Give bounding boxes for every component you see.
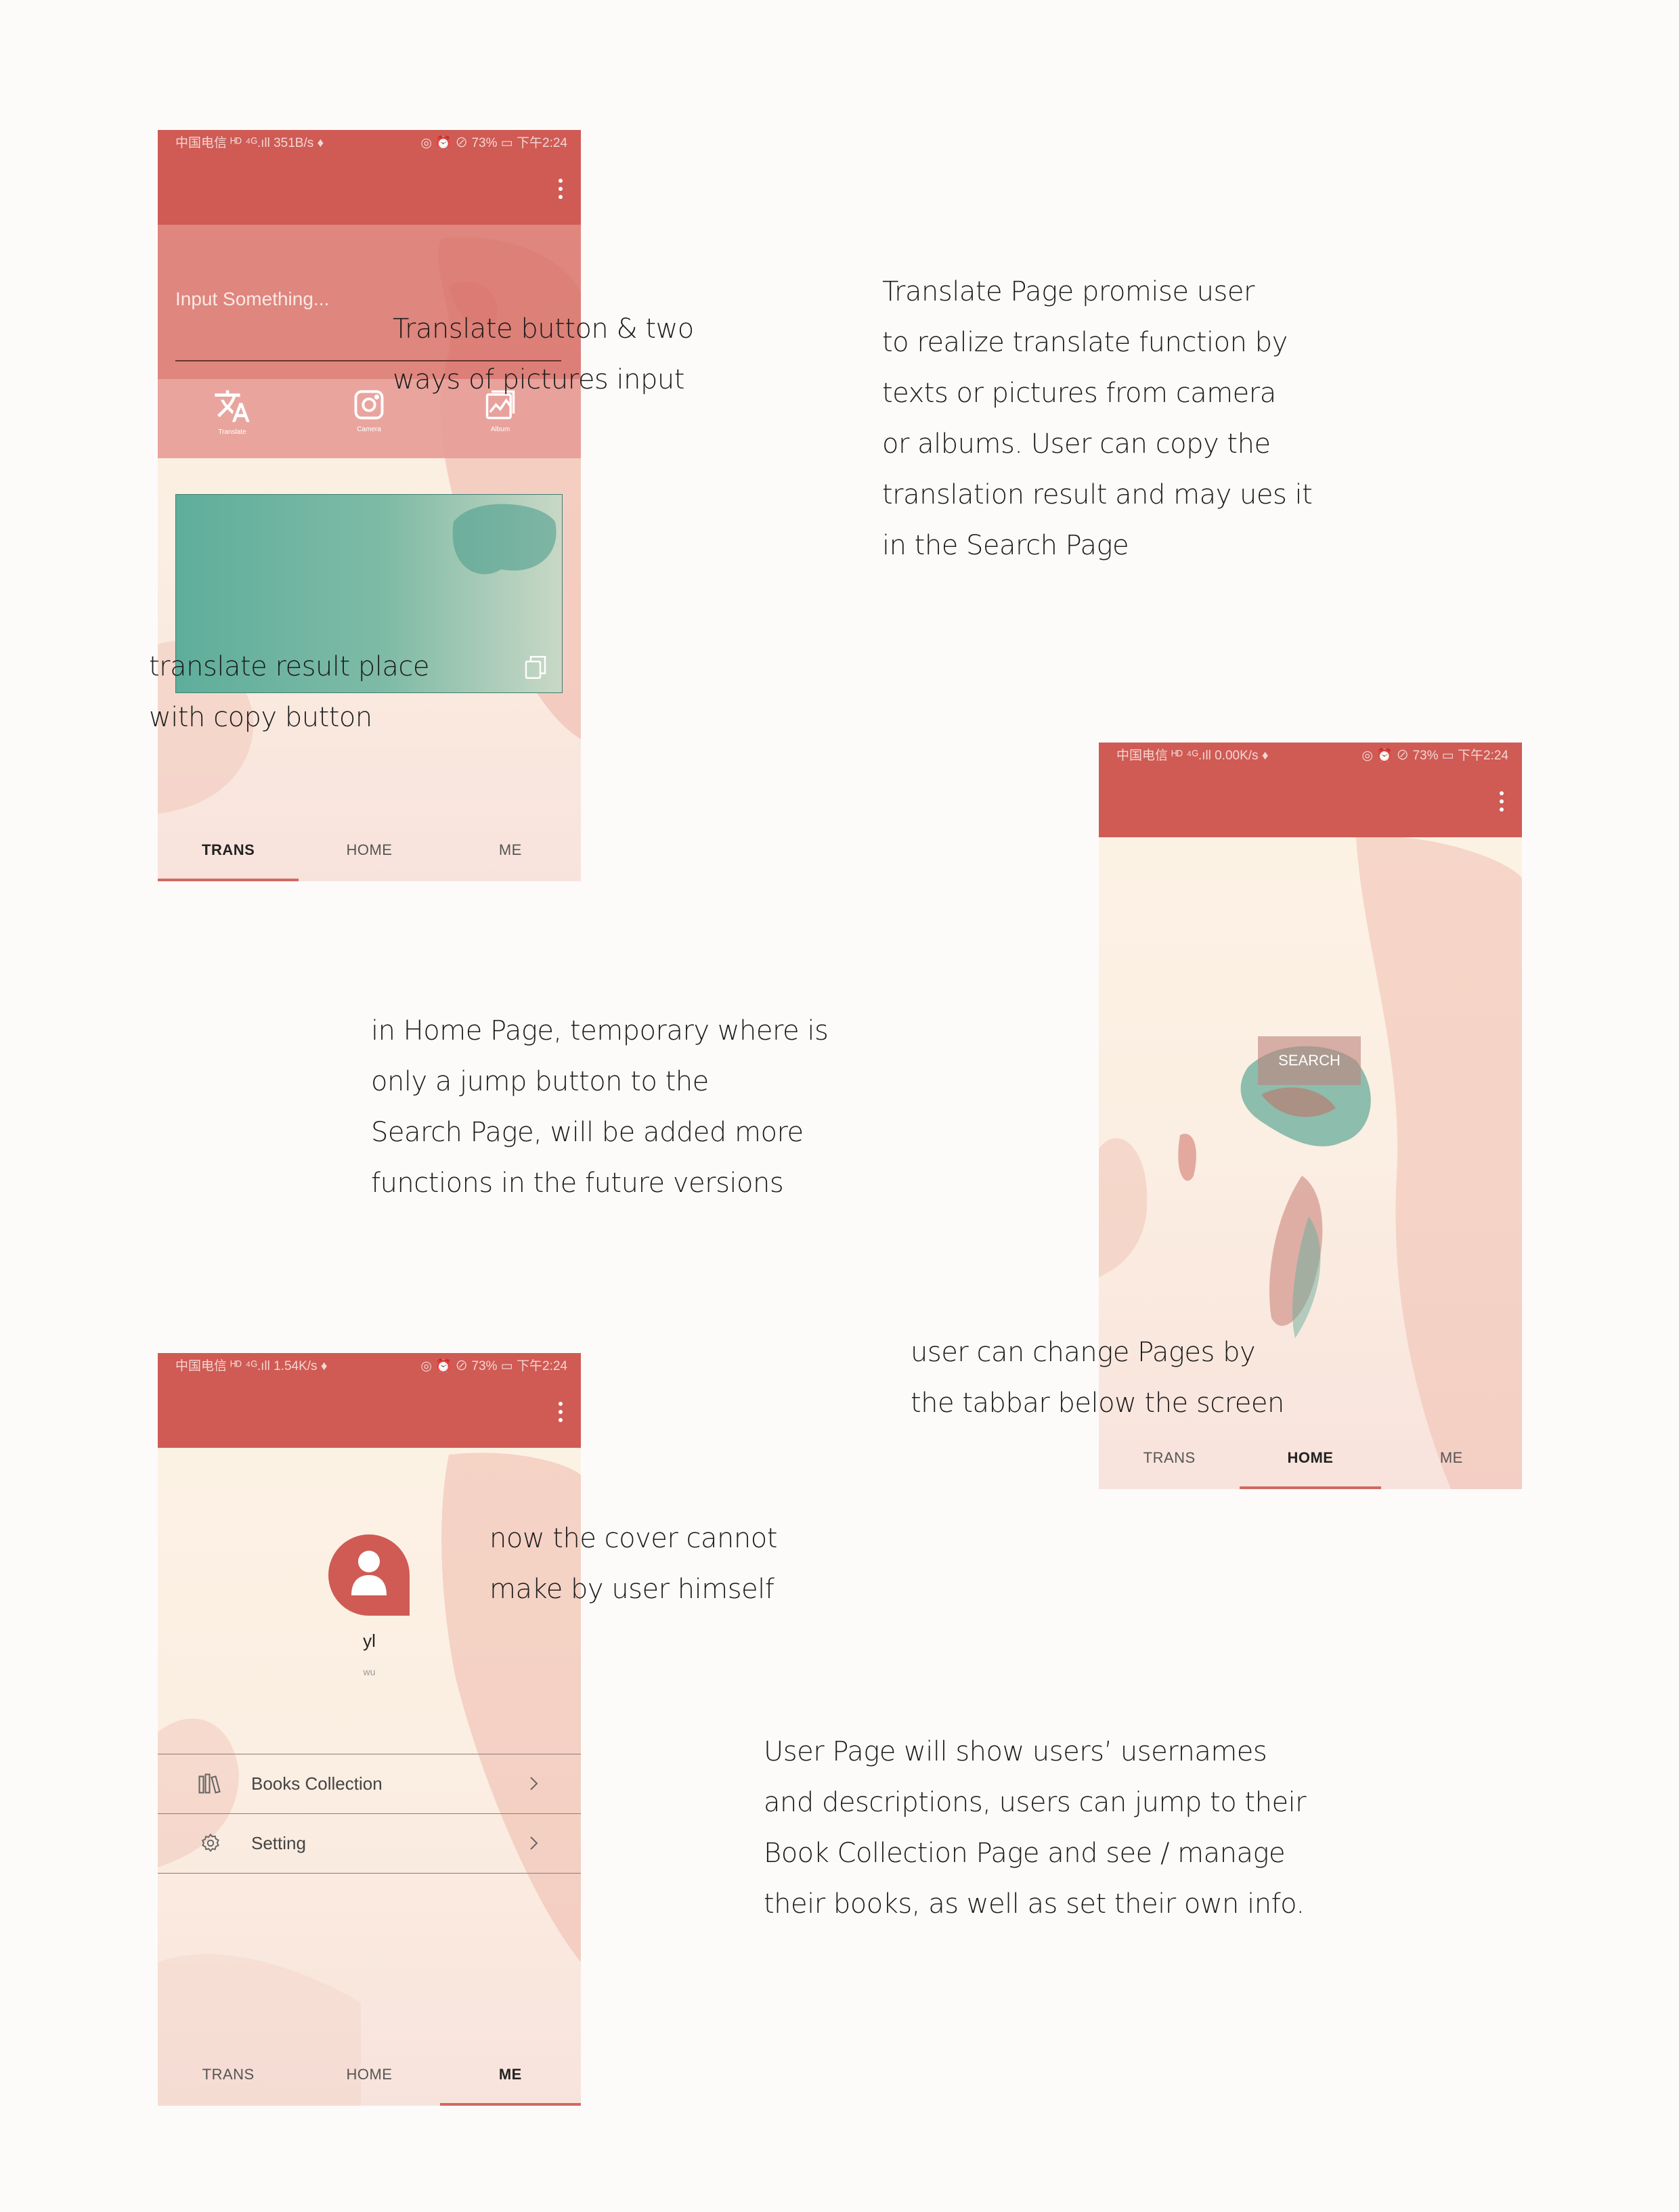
tab-home[interactable]: HOME <box>299 2048 439 2106</box>
input-placeholder: Input Something... <box>175 288 330 309</box>
tab-me[interactable]: ME <box>440 823 581 881</box>
menu-item-label: Books Collection <box>251 1773 383 1794</box>
menu-item-label: Setting <box>251 1833 306 1853</box>
watercolor-background <box>158 1453 581 2106</box>
status-right: ◎ ⏰ ⊘ 73% ▭ 下午2:24 <box>1361 749 1508 763</box>
more-menu-icon[interactable] <box>558 179 563 202</box>
camera-icon <box>354 390 384 420</box>
status-bar: 中国电信 ᴴᴰ ⁴ᴳ.ıll 0.00K/s ♦ ◎ ⏰ ⊘ 73% ▭ 下午2… <box>1099 743 1522 770</box>
tab-bar: TRANS HOME ME <box>1099 1431 1522 1489</box>
annotation-translate-page: Translate Page promise user to realize t… <box>882 276 1313 561</box>
tab-me[interactable]: ME <box>1381 1431 1522 1489</box>
status-right: ◎ ⏰ ⊘ 73% ▭ 下午2:24 <box>420 1359 567 1373</box>
copy-icon[interactable] <box>521 653 550 682</box>
tab-bar: TRANS HOME ME <box>158 823 581 881</box>
menu-item-setting[interactable]: Setting <box>158 1814 581 1874</box>
books-icon <box>198 1773 221 1794</box>
translate-label: Translate <box>218 428 246 436</box>
status-left: 中国电信 ᴴᴰ ⁴ᴳ.ıll 351B/s ♦ <box>175 136 324 150</box>
gear-icon <box>201 1833 219 1853</box>
album-label: Album <box>490 426 510 433</box>
annotation-user-page: User Page will show users’ usernames and… <box>764 1736 1307 1920</box>
app-bar <box>158 157 581 225</box>
tab-trans[interactable]: TRANS <box>158 823 299 881</box>
annotation-home-page: in Home Page, temporary where is only a … <box>371 1015 829 1199</box>
menu-item-books-collection[interactable]: Books Collection <box>158 1754 581 1814</box>
chevron-right-icon <box>530 1777 538 1790</box>
me-screen: 中国电信 ᴴᴰ ⁴ᴳ.ıll 1.54K/s ♦ ◎ ⏰ ⊘ 73% ▭ 下午2… <box>158 1353 581 2106</box>
annotation-cover: now the cover cannot make by user himsel… <box>489 1523 777 1605</box>
annotation-translate-buttons: Translate button & two ways of pictures … <box>393 313 694 395</box>
status-bar: 中国电信 ᴴᴰ ⁴ᴳ.ıll 351B/s ♦ ◎ ⏰ ⊘ 73% ▭ 下午2:… <box>158 130 581 157</box>
user-description: wu <box>363 1666 376 1677</box>
tab-trans[interactable]: TRANS <box>158 2048 299 2106</box>
tab-trans[interactable]: TRANS <box>1099 1431 1240 1489</box>
tab-home[interactable]: HOME <box>1240 1431 1381 1489</box>
user-icon <box>351 1551 387 1595</box>
chevron-right-icon <box>530 1836 538 1850</box>
username: yl <box>363 1631 376 1651</box>
search-button[interactable]: SEARCH <box>1258 1036 1361 1085</box>
app-bar <box>158 1380 581 1448</box>
translate-icon <box>215 390 250 422</box>
translate-screen: 中国电信 ᴴᴰ ⁴ᴳ.ıll 351B/s ♦ ◎ ⏰ ⊘ 73% ▭ 下午2:… <box>158 130 581 881</box>
avatar[interactable] <box>328 1534 410 1616</box>
status-left: 中国电信 ᴴᴰ ⁴ᴳ.ıll 0.00K/s ♦ <box>1116 749 1269 763</box>
annotation-tabbar: user can change Pages by the tabbar belo… <box>911 1337 1284 1419</box>
menu-list: Books Collection Setting <box>158 1754 581 1874</box>
tab-home[interactable]: HOME <box>299 823 439 881</box>
tab-bar: TRANS HOME ME <box>158 2048 581 2106</box>
status-right: ◎ ⏰ ⊘ 73% ▭ 下午2:24 <box>420 136 567 150</box>
annotation-result-place: translate result place with copy button <box>149 651 429 733</box>
teal-splash <box>452 504 557 575</box>
app-bar <box>1099 770 1522 837</box>
tab-me[interactable]: ME <box>439 2048 581 2106</box>
status-left: 中国电信 ᴴᴰ ⁴ᴳ.ıll 1.54K/s ♦ <box>175 1359 328 1373</box>
more-menu-icon[interactable] <box>558 1402 563 1425</box>
camera-label: Camera <box>357 426 381 433</box>
more-menu-icon[interactable] <box>1499 791 1504 814</box>
status-bar: 中国电信 ᴴᴰ ⁴ᴳ.ıll 1.54K/s ♦ ◎ ⏰ ⊘ 73% ▭ 下午2… <box>158 1353 581 1380</box>
translate-button[interactable]: Translate <box>198 387 266 441</box>
